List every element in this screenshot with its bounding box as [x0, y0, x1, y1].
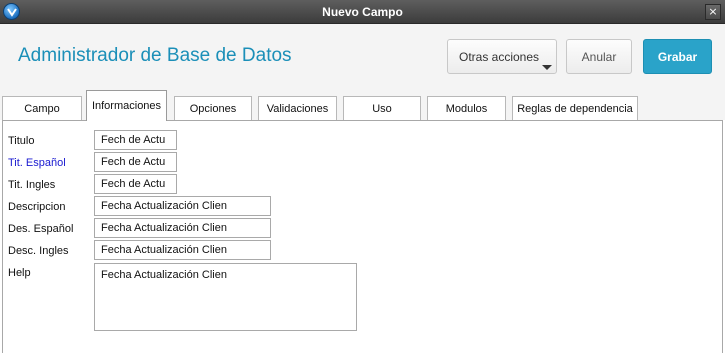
- tit-espanol-label: Tit. Español: [8, 157, 66, 169]
- tab-opciones[interactable]: Opciones: [174, 96, 252, 120]
- help-textarea[interactable]: Fecha Actualización Clien: [94, 263, 357, 331]
- more-actions-button[interactable]: Otras acciones: [447, 39, 557, 74]
- tab-reglas-de-dependencia[interactable]: Reglas de dependencia: [512, 96, 638, 120]
- tab-modulos[interactable]: Modulos: [427, 96, 506, 120]
- tab-bar: Campo Informaciones Opciones Validacione…: [0, 88, 725, 121]
- page-header: Administrador de Base de Datos Otras acc…: [0, 24, 725, 88]
- window-title: Nuevo Campo: [322, 5, 403, 19]
- tit-ingles-label: Tit. Ingles: [8, 179, 56, 191]
- des-espanol-field[interactable]: Fecha Actualización Clien: [94, 218, 271, 238]
- des-espanol-label: Des. Español: [8, 223, 74, 235]
- window-titlebar: Nuevo Campo ×: [0, 0, 725, 24]
- titulo-label: Titulo: [8, 135, 35, 147]
- caret-down-icon: [542, 65, 552, 70]
- close-icon[interactable]: ×: [705, 4, 721, 20]
- help-label: Help: [8, 267, 31, 279]
- tit-ingles-field[interactable]: Fech de Actu: [94, 174, 177, 194]
- tab-informaciones[interactable]: Informaciones: [86, 90, 167, 121]
- more-actions-label: Otras acciones: [459, 49, 540, 64]
- descripcion-field[interactable]: Fecha Actualización Clien: [94, 196, 271, 216]
- save-button[interactable]: Grabar: [643, 39, 712, 74]
- tit-espanol-field[interactable]: Fech de Actu: [94, 152, 177, 172]
- cancel-button[interactable]: Anular: [566, 39, 632, 74]
- tab-uso[interactable]: Uso: [343, 96, 421, 120]
- desc-ingles-label: Desc. Ingles: [8, 245, 69, 257]
- titulo-field[interactable]: Fech de Actu: [94, 130, 177, 150]
- form-panel: Titulo Fech de Actu Tit. Español Fech de…: [2, 120, 723, 353]
- descripcion-label: Descripcion: [8, 201, 66, 213]
- tab-validaciones[interactable]: Validaciones: [258, 96, 337, 120]
- desc-ingles-field[interactable]: Fecha Actualización Clien: [94, 240, 271, 260]
- tab-campo[interactable]: Campo: [2, 96, 82, 120]
- page-title: Administrador de Base de Datos: [18, 45, 292, 66]
